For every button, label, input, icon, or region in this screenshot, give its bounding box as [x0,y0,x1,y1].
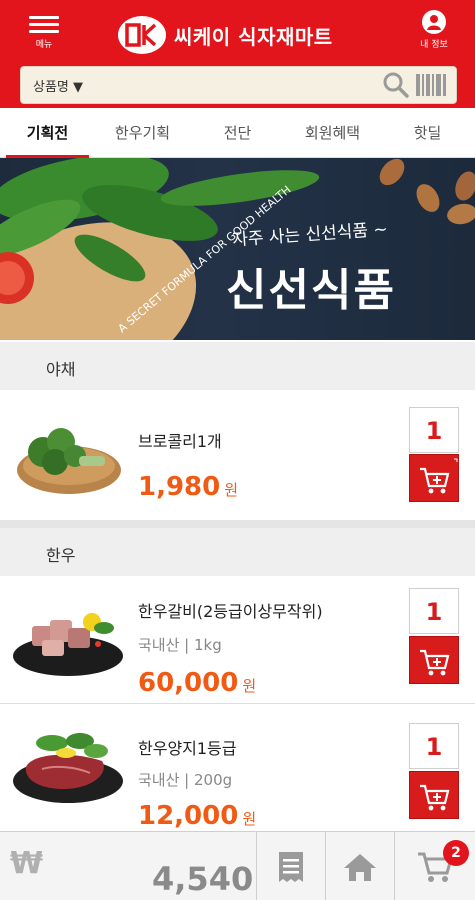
search-bar: 상품명 ▼ [20,66,457,104]
receipt-button[interactable] [257,832,325,900]
tab-hot-deal[interactable]: 핫딜 [380,108,475,157]
product-name: 한우갈비(2등급이상무작위) [138,602,323,621]
my-info-label: 내 정보 [420,40,448,50]
product-price: 60,000 원 [138,668,257,698]
section-header-hanwoo: 한우 [0,528,475,576]
section-title: 야채 [46,360,76,379]
ck-logo-icon [118,16,166,54]
tab-flyer[interactable]: 전단 [190,108,285,157]
product-origin-weight: 국내산 | 1kg [138,636,222,654]
home-icon [344,853,376,881]
beef-ribs-image [12,606,124,682]
receipt-icon [279,851,303,882]
product-item[interactable]: 한우양지1등급 국내산 | 200g 12,000 원 1 [0,705,475,831]
add-to-cart-button[interactable] [409,454,459,502]
logo[interactable]: 씨케이 식자재마트 [118,14,333,56]
cart-total: 4,540 [152,860,254,898]
beef-brisket-image [12,723,124,811]
barcode-scan-icon[interactable] [416,74,446,96]
tab-promotions[interactable]: 기획전 [0,108,95,158]
user-icon [422,10,446,34]
tab-hanwoo-special[interactable]: 한우기획 [95,108,190,157]
category-tabs: 기획전 한우기획 전단 회원혜택 핫딜 [0,108,475,158]
quantity-field[interactable]: 1 [409,723,459,769]
quantity-field[interactable]: 1 [409,407,459,453]
menu-button[interactable]: 메뉴 [22,12,66,52]
currency-symbol: ₩ [10,846,44,881]
product-price: 1,980 원 [138,472,239,502]
menu-label: 메뉴 [35,40,53,50]
search-icon[interactable] [382,71,410,99]
app-root: 메뉴 씨케이 식자재마트 내 정보 상품명 ▼ 기획전 한우기획 전단 회원혜택… [0,0,475,900]
section-header-vegetables: 야채 [0,342,475,390]
app-header: 메뉴 씨케이 식자재마트 내 정보 상품명 ▼ [0,0,475,108]
add-to-cart-button[interactable] [409,771,459,819]
product-origin-weight: 국내산 | 200g [138,771,233,789]
cart-add-icon [420,458,458,494]
section-divider [0,520,475,528]
section-title: 한우 [46,546,76,565]
my-info-button[interactable]: 내 정보 [414,10,454,50]
cart-add-icon [420,784,450,811]
product-item[interactable]: 한우갈비(2등급이상무작위) 국내산 | 1kg 60,000 원 1 [0,576,475,704]
search-category-dropdown[interactable]: 상품명 ▼ [21,76,111,95]
cart-count-badge: 2 [443,840,469,866]
add-to-cart-button[interactable] [409,636,459,684]
promo-banner[interactable]: A SECRET FORMULA FOR GOOD HEALTH 자주 사는 신… [0,158,475,340]
tab-member-benefits[interactable]: 회원혜택 [285,108,380,157]
hamburger-icon [22,16,66,33]
product-name: 브로콜리1개 [138,432,222,451]
broccoli-image [15,418,123,502]
product-item[interactable]: 브로콜리1개 1,980 원 1 [0,390,475,520]
cart-add-icon [420,649,450,676]
home-button[interactable] [326,832,394,900]
logo-text: 씨케이 식자재마트 [174,24,333,49]
bottom-cart-bar: ₩ 4,540 [0,831,475,900]
product-name: 한우양지1등급 [138,739,237,758]
product-price: 12,000 원 [138,801,257,831]
banner-title: 신선식품 [226,265,396,316]
quantity-field[interactable]: 1 [409,588,459,634]
search-input[interactable] [111,70,382,100]
